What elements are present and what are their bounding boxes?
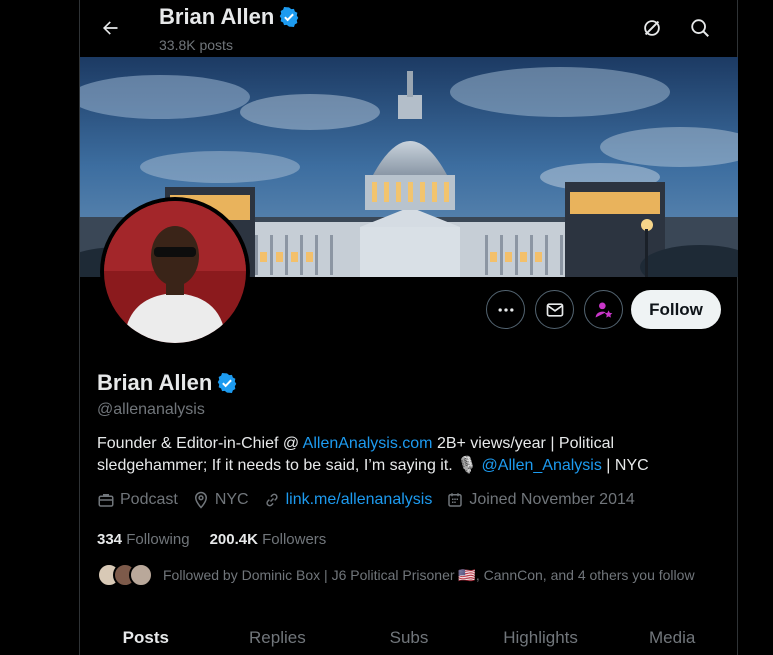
- microphone-emoji: 🎙️: [457, 457, 478, 474]
- arrow-left-icon: [103, 21, 118, 35]
- avatar-image: [104, 201, 246, 343]
- more-button[interactable]: [486, 290, 525, 329]
- tab-media[interactable]: Media: [606, 610, 738, 655]
- calendar-icon: [448, 493, 463, 507]
- followers-count: 200.4K: [209, 531, 258, 548]
- grok-button[interactable]: [638, 14, 666, 42]
- followed-by[interactable]: Followed by Dominic Box | J6 Political P…: [97, 562, 695, 588]
- meta-website-link[interactable]: link.me/allenanalysis: [286, 491, 433, 509]
- following-label: Following: [126, 531, 190, 548]
- profile-meta: Podcast NYC link.me/allenanalysis Joined…: [97, 491, 649, 509]
- tab-replies[interactable]: Replies: [212, 610, 344, 655]
- subscribe-star-icon: [595, 302, 612, 318]
- header-title: Brian Allen: [159, 4, 300, 30]
- location-pin-icon: [194, 491, 207, 509]
- meta-website: link.me/allenanalysis: [263, 491, 433, 509]
- envelope-icon: [546, 302, 563, 317]
- profile-handle: @allenanalysis: [97, 401, 205, 418]
- header-post-count: 33.8K posts: [159, 37, 233, 53]
- verified-badge-icon[interactable]: [216, 372, 238, 394]
- message-button[interactable]: [535, 290, 574, 329]
- avatar: [129, 563, 153, 587]
- meta-location: NYC: [192, 491, 249, 509]
- tab-subs[interactable]: Subs: [343, 610, 475, 655]
- profile-tabs: Posts Replies Subs Highlights Media: [80, 610, 738, 655]
- bio-text: | NYC: [601, 457, 649, 474]
- back-button[interactable]: [94, 12, 126, 44]
- followed-by-suffix: , CannCon, and 4 others you follow: [475, 566, 695, 583]
- verified-badge-icon: [280, 7, 299, 27]
- profile-name-row: Brian Allen: [97, 370, 238, 396]
- profile-bio: Founder & Editor-in-Chief @ AllenAnalysi…: [97, 433, 717, 477]
- meta-category-label: Podcast: [120, 491, 178, 508]
- subscribe-button[interactable]: [584, 290, 623, 329]
- followed-by-prefix: Followed by Dominic Box | J6 Political P…: [163, 566, 459, 583]
- profile-avatar[interactable]: [100, 197, 250, 347]
- followed-by-avatars: [97, 562, 157, 588]
- profile-column: Brian Allen 33.8K posts Follow Brian All…: [79, 0, 738, 655]
- profile-name: Brian Allen: [97, 370, 213, 395]
- tab-posts[interactable]: Posts: [80, 610, 212, 655]
- followers-label: Followers: [262, 531, 327, 548]
- meta-category: Podcast: [97, 491, 178, 509]
- follow-counts: 334 Following 200.4K Followers: [97, 531, 346, 548]
- tab-highlights[interactable]: Highlights: [475, 610, 607, 655]
- bio-website-link[interactable]: AllenAnalysis.com: [303, 435, 433, 452]
- us-flag-emoji: 🇺🇸: [458, 566, 476, 583]
- search-button[interactable]: [686, 14, 714, 42]
- following-count: 334: [97, 531, 123, 548]
- bio-mention-link[interactable]: @Allen_Analysis: [482, 457, 602, 474]
- meta-joined: Joined November 2014: [446, 491, 635, 509]
- profile-header: Brian Allen 33.8K posts: [80, 0, 739, 57]
- bio-text: Founder & Editor-in-Chief @: [97, 435, 303, 452]
- avatar: [104, 201, 246, 343]
- followed-by-text: Followed by Dominic Box | J6 Political P…: [163, 567, 695, 584]
- following-link[interactable]: 334 Following: [97, 531, 190, 548]
- meta-location-label: NYC: [214, 491, 249, 508]
- more-dots-icon: [498, 307, 513, 312]
- link-icon: [265, 493, 278, 507]
- meta-joined-label: Joined November 2014: [469, 491, 635, 508]
- grok-icon: [644, 20, 660, 36]
- followers-link[interactable]: 200.4K Followers: [210, 531, 327, 548]
- search-icon: [691, 19, 709, 37]
- header-name: Brian Allen: [159, 4, 275, 29]
- briefcase-icon: [98, 494, 114, 507]
- follow-button[interactable]: Follow: [631, 290, 721, 329]
